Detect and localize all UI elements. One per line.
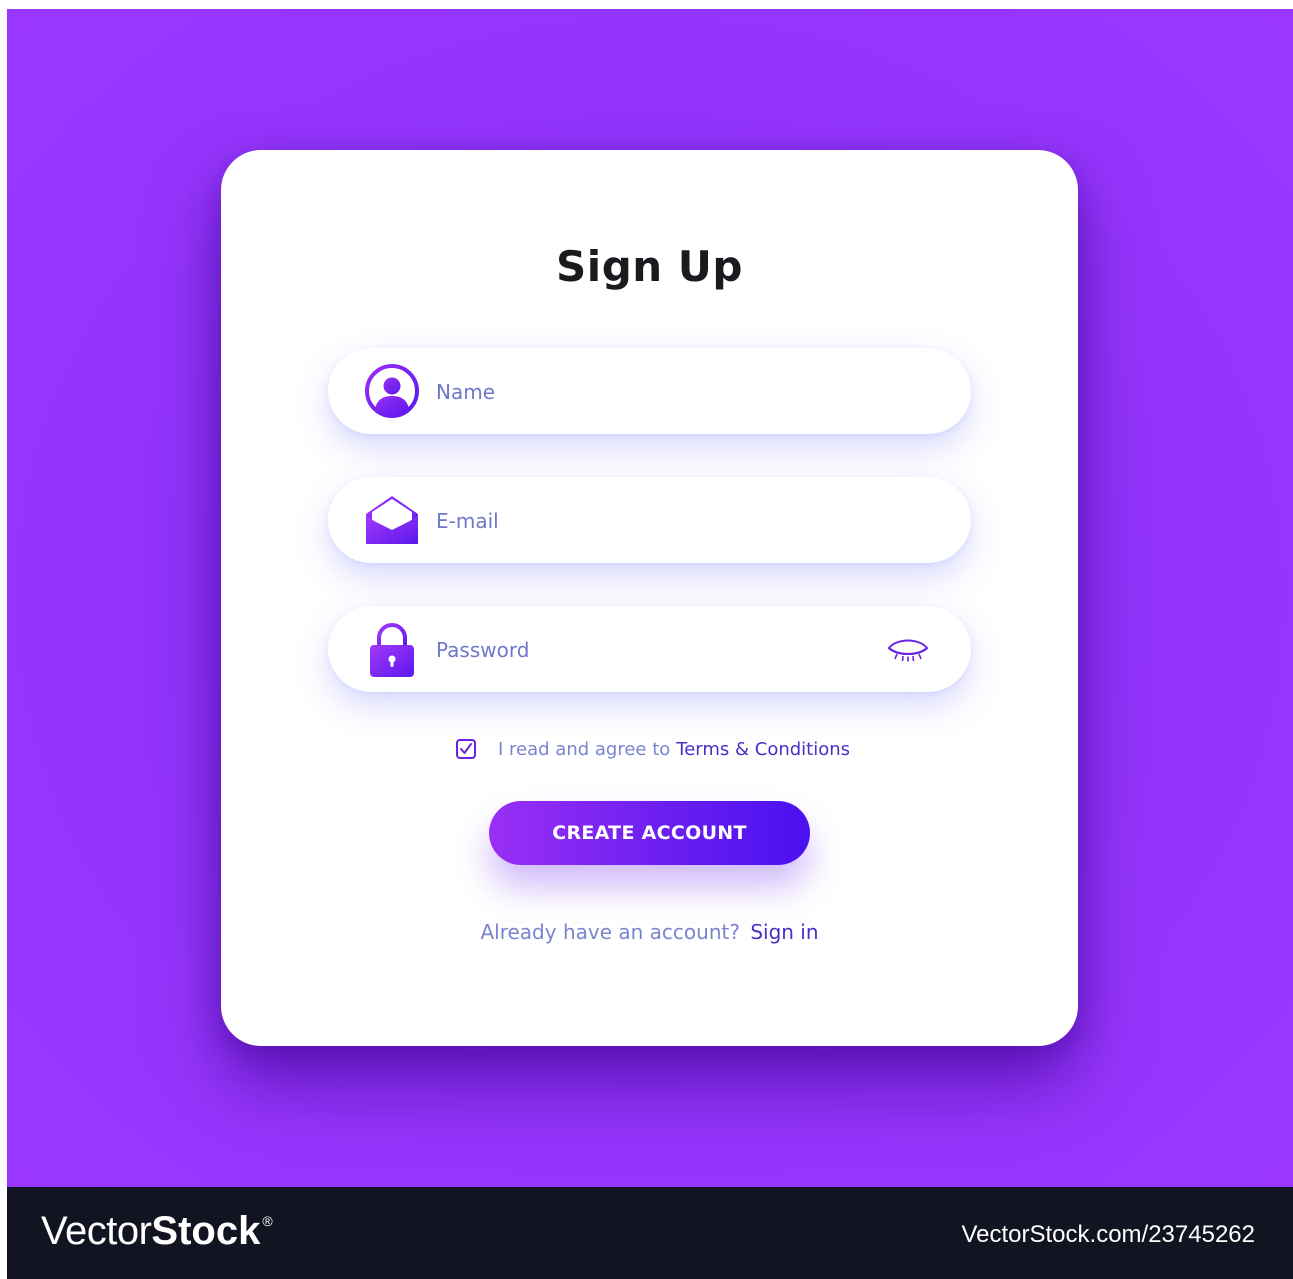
name-input[interactable] (434, 369, 878, 415)
signin-prompt-text: Already have an account? (480, 920, 740, 944)
user-avatar-icon (362, 361, 422, 421)
name-field-container (328, 348, 971, 434)
email-field-container (328, 477, 971, 563)
purple-background: Sign Up Name E-mail I read and agree to … (7, 9, 1293, 1187)
footer-url: VectorStock.com/23745262 (961, 1221, 1255, 1248)
signup-card: Sign Up Name E-mail I read and agree to … (221, 150, 1078, 1046)
registered-mark: ® (262, 1213, 273, 1229)
terms-agreement: I read and agree to Terms & Conditions (456, 735, 850, 763)
signin-prompt: Already have an account? Sign in (221, 920, 1078, 944)
page-title: Sign Up (556, 242, 743, 291)
terms-checkbox[interactable] (456, 739, 476, 759)
email-input[interactable] (434, 498, 878, 544)
password-input[interactable] (434, 627, 878, 673)
logo-bold-text: Stock (151, 1209, 261, 1253)
logo-light-text: Vector (41, 1209, 152, 1253)
create-account-button[interactable]: CREATE ACCOUNT (489, 801, 810, 865)
padlock-icon (362, 619, 422, 679)
terms-label: I read and agree to (498, 738, 671, 760)
password-field-container (328, 606, 971, 692)
vectorstock-logo: VectorStock ® (41, 1209, 273, 1254)
eye-closed-icon[interactable] (885, 636, 931, 664)
terms-link[interactable]: Terms & Conditions (676, 739, 850, 760)
watermark-footer: VectorStock ® VectorStock.com/23745262 (7, 1187, 1293, 1279)
signin-link[interactable]: Sign in (750, 920, 818, 944)
envelope-icon (362, 490, 422, 550)
checkmark-icon (460, 743, 472, 754)
